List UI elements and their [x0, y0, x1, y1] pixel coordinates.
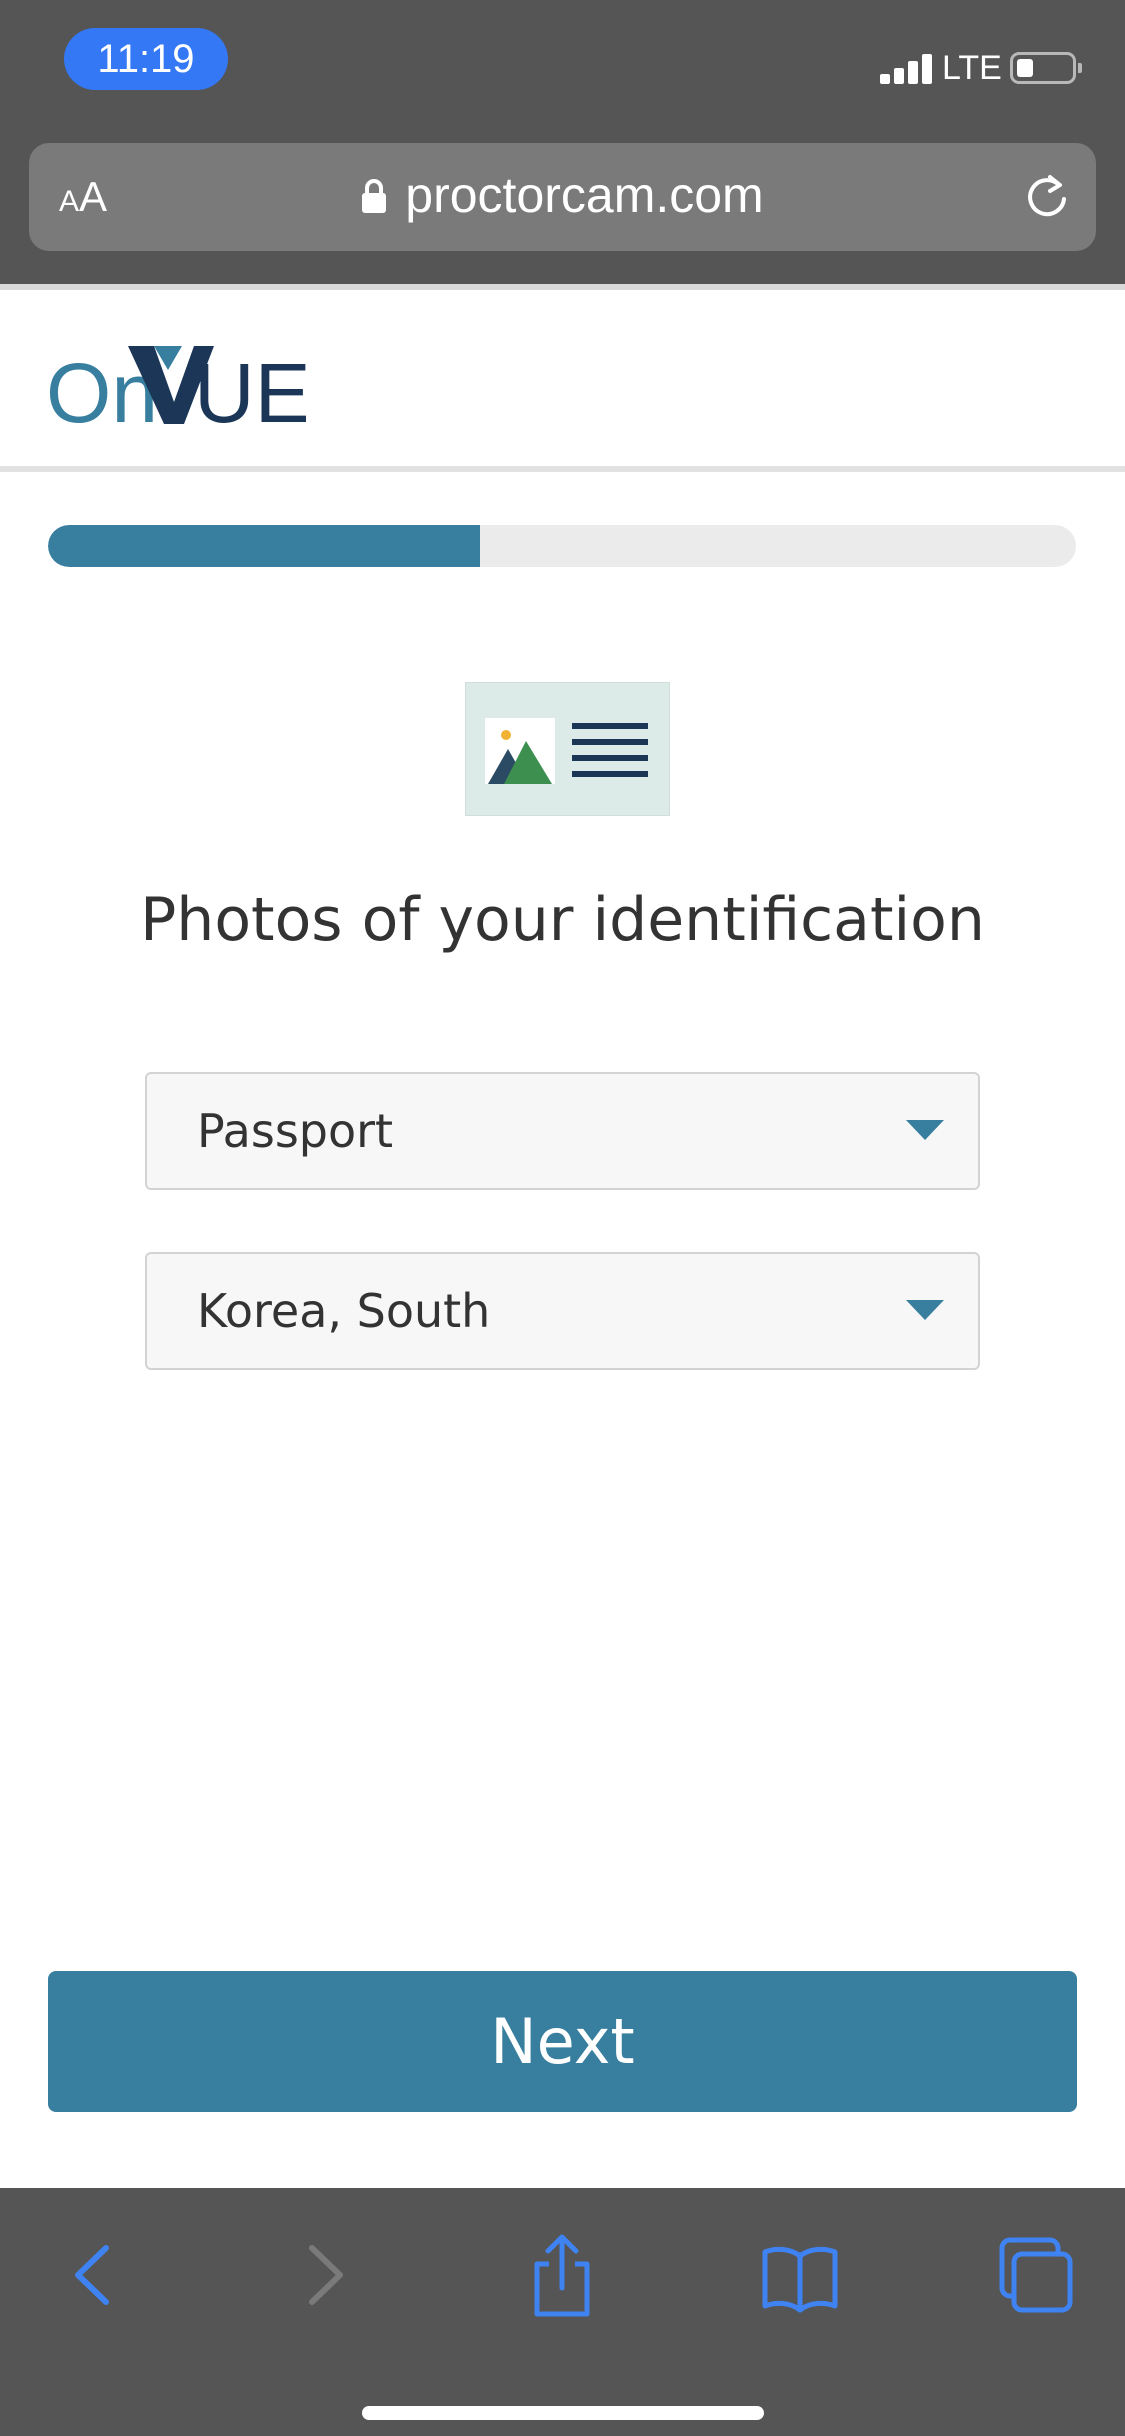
- forward-icon[interactable]: [280, 2230, 370, 2320]
- country-select-value: Korea, South: [197, 1284, 491, 1338]
- tabs-icon[interactable]: [990, 2230, 1080, 2320]
- onvue-logo: On UE: [46, 330, 311, 440]
- browser-bottom-toolbar: [0, 2188, 1125, 2436]
- next-button[interactable]: Next: [48, 1971, 1077, 2112]
- page-header: On UE: [0, 284, 1125, 472]
- lock-icon: [361, 178, 387, 214]
- share-icon[interactable]: [517, 2230, 607, 2320]
- id-type-select[interactable]: Passport: [145, 1072, 980, 1190]
- bookmarks-icon[interactable]: [755, 2230, 845, 2320]
- id-type-select-value: Passport: [197, 1104, 394, 1158]
- back-icon[interactable]: [48, 2230, 138, 2320]
- battery-icon: [1010, 52, 1082, 84]
- reload-icon[interactable]: [1019, 169, 1075, 225]
- page-title: Photos of your identification: [140, 885, 985, 955]
- progress-bar: [48, 525, 1076, 567]
- chevron-down-icon: [906, 1120, 944, 1140]
- browser-top-chrome: 11:19 LTE AA proctorcam.com: [0, 0, 1125, 284]
- cellular-signal-icon: [880, 52, 936, 84]
- id-card-icon: [465, 682, 670, 816]
- url-text: proctorcam.com: [405, 167, 764, 223]
- url-display[interactable]: proctorcam.com: [29, 165, 1096, 225]
- svg-text:UE: UE: [194, 346, 306, 430]
- progress-fill: [48, 525, 480, 567]
- home-indicator: [362, 2406, 764, 2420]
- country-select[interactable]: Korea, South: [145, 1252, 980, 1370]
- network-type-label: LTE: [942, 49, 1002, 87]
- address-bar[interactable]: AA proctorcam.com: [29, 143, 1096, 251]
- status-time: 11:19: [64, 28, 228, 90]
- chevron-down-icon: [906, 1300, 944, 1320]
